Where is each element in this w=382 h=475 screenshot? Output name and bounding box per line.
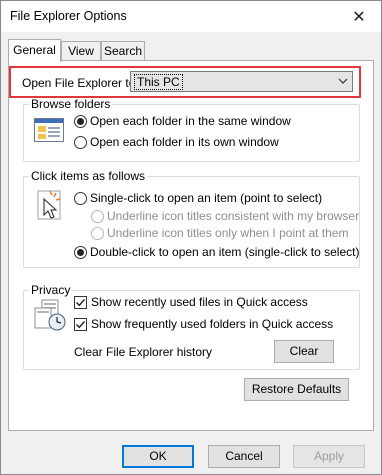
radio-same-window-label: Open each folder in the same window [90, 114, 291, 128]
radio-own-window[interactable]: Open each folder in its own window [74, 135, 279, 149]
title-bar[interactable]: File Explorer Options ✕ [1, 1, 381, 32]
tab-general[interactable]: General [8, 39, 61, 62]
browse-folders-title: Browse folders [29, 97, 113, 111]
check-frequent-folders[interactable]: Show frequently used folders in Quick ac… [74, 317, 333, 331]
privacy-title: Privacy [29, 283, 73, 297]
click-items-title: Click items as follows [29, 169, 148, 183]
close-button[interactable]: ✕ [337, 1, 381, 32]
browse-folders-group [23, 104, 360, 162]
cancel-button[interactable]: Cancel [208, 445, 280, 468]
radio-indicator [74, 191, 87, 205]
checkmark-icon [74, 317, 87, 331]
radio-indicator [91, 226, 104, 240]
radio-double-click[interactable]: Double-click to open an item (single-cli… [74, 245, 359, 259]
radio-same-window[interactable]: Open each folder in the same window [74, 114, 291, 128]
privacy-icon [34, 298, 68, 335]
check-frequent-folders-label: Show frequently used folders in Quick ac… [91, 317, 334, 331]
file-explorer-options-dialog: File Explorer Options ✕ General View Sea… [0, 0, 382, 475]
apply-button[interactable]: Apply [293, 445, 365, 468]
radio-underline-point-label: Underline icon titles only when I point … [107, 226, 349, 240]
window-title: File Explorer Options [10, 9, 127, 23]
check-recent-files-label: Show recently used files in Quick access [91, 295, 308, 309]
radio-own-window-label: Open each folder in its own window [90, 135, 279, 149]
radio-single-click-label: Single-click to open an item (point to s… [90, 191, 323, 205]
radio-underline-browser-label: Underline icon titles consistent with my… [107, 209, 360, 223]
radio-indicator [74, 245, 87, 259]
radio-indicator [74, 135, 87, 149]
open-explorer-highlight [9, 66, 361, 98]
checkmark-icon [74, 295, 87, 309]
browse-folders-icon [34, 118, 64, 145]
radio-underline-browser[interactable]: Underline icon titles consistent with my… [91, 209, 359, 223]
clear-history-button[interactable]: Clear [274, 340, 334, 363]
radio-single-click[interactable]: Single-click to open an item (point to s… [74, 191, 322, 205]
radio-underline-point[interactable]: Underline icon titles only when I point … [91, 226, 348, 240]
radio-indicator [91, 209, 104, 223]
radio-indicator [74, 114, 87, 128]
tab-search[interactable]: Search [101, 41, 145, 61]
check-recent-files[interactable]: Show recently used files in Quick access [74, 295, 308, 309]
restore-defaults-button[interactable]: Restore Defaults [244, 378, 349, 401]
ok-button[interactable]: OK [122, 445, 194, 468]
radio-double-click-label: Double-click to open an item (single-cli… [90, 245, 360, 259]
tab-view[interactable]: View [61, 41, 101, 61]
close-icon: ✕ [352, 8, 366, 26]
pointer-click-icon [36, 187, 66, 224]
clear-history-label: Clear File Explorer history [74, 345, 213, 359]
